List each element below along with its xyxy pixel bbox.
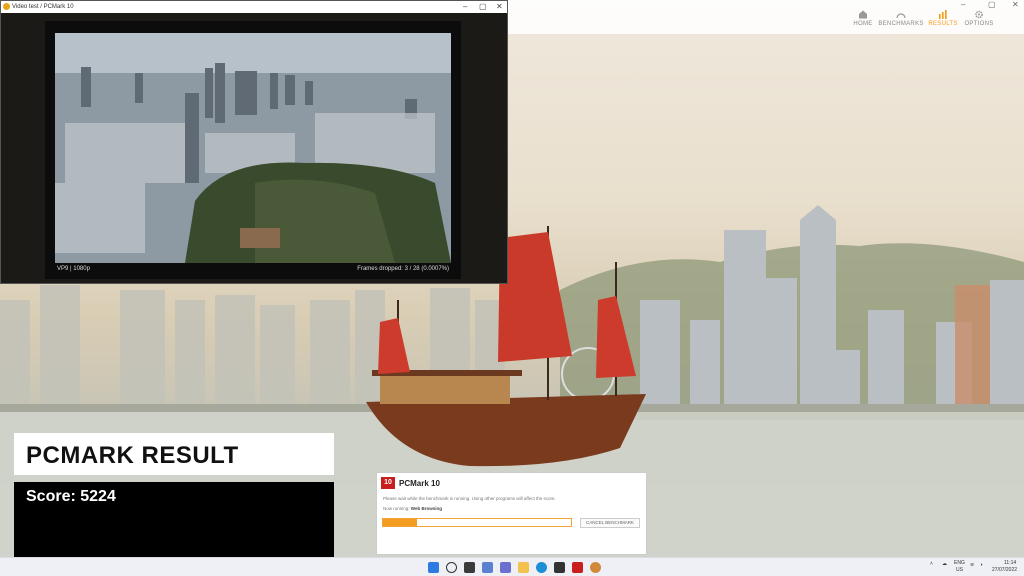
close-button[interactable]: ✕ — [1012, 0, 1019, 9]
dialog-message: Please wait while the benchmark is runni… — [383, 496, 556, 501]
gauge-icon — [896, 13, 906, 19]
pcmark-app-icon — [3, 3, 10, 10]
dialog-app-name: PCMark 10 — [399, 479, 440, 488]
start-icon[interactable] — [428, 562, 439, 573]
now-running-label: Now running: — [383, 506, 410, 511]
codec-label: VP9 | 1080p — [57, 266, 90, 272]
chat-icon[interactable] — [500, 562, 511, 573]
nav-options[interactable]: OPTIONS — [956, 10, 1002, 27]
nav-options-label: OPTIONS — [964, 21, 994, 27]
video-minimize-button[interactable]: – — [463, 2, 467, 11]
gear-icon — [975, 10, 983, 19]
file-explorer-icon[interactable] — [518, 562, 529, 573]
keyboard-layout[interactable]: US — [956, 567, 963, 573]
video-window-title: Video test / PCMark 10 — [12, 4, 74, 10]
video-frame-image — [55, 33, 451, 263]
wifi-icon[interactable]: ≋ — [970, 562, 974, 568]
widgets-icon[interactable] — [482, 562, 493, 573]
video-test-window[interactable]: Video test / PCMark 10 – ▢ ✕ VP9 | 1080p… — [0, 0, 508, 284]
edge-browser-icon[interactable] — [536, 562, 547, 573]
video-window-titlebar[interactable]: Video test / PCMark 10 – ▢ ✕ — [1, 1, 507, 13]
result-title: PCMARK RESULT — [26, 442, 239, 469]
store-icon[interactable] — [554, 562, 565, 573]
video-close-button[interactable]: ✕ — [496, 2, 503, 11]
cancel-benchmark-button[interactable]: CANCEL BENCHMARK — [580, 518, 640, 528]
clock-date[interactable]: 27/07/2022 — [992, 567, 1017, 573]
task-view-icon[interactable] — [464, 562, 475, 573]
minimize-button[interactable]: – — [961, 0, 965, 9]
result-score-panel: Score: 5224 — [14, 482, 334, 566]
video-player: VP9 | 1080p Frames dropped: 3 / 28 (0.00… — [45, 21, 461, 279]
video-maximize-button[interactable]: ▢ — [479, 2, 487, 11]
clock-time[interactable]: 11:14 — [1004, 560, 1016, 566]
nav-benchmarks-label: BENCHMARKS — [878, 21, 924, 27]
pcmark-app-nav: – ▢ ✕ HOME BENCHMARKS RESULTS OPTIONS — [504, 0, 1024, 34]
volume-icon[interactable]: ◖ — [980, 562, 983, 568]
result-title-banner: PCMARK RESULT — [14, 433, 334, 475]
pcmark-progress-dialog: 10 PCMark 10 Please wait while the bench… — [376, 472, 647, 555]
taskbar: ˄ ☁ ENG US ≋ ◖ 11:14 27/07/2022 — [0, 557, 1024, 576]
pcmark-logo-icon: 10 — [381, 477, 395, 489]
nav-results-label: RESULTS — [928, 21, 958, 27]
pcmark-taskbar-icon[interactable] — [572, 562, 583, 573]
frames-dropped-label: Frames dropped: 3 / 28 (0.0007%) — [357, 266, 449, 272]
bar-chart-icon — [939, 10, 947, 19]
nav-home-label: HOME — [853, 21, 873, 27]
nav-benchmarks[interactable]: BENCHMARKS — [878, 10, 924, 27]
now-running-test: Web Browsing — [410, 506, 442, 511]
language-indicator[interactable]: ENG — [954, 560, 965, 566]
benchmark-progress-bar — [382, 518, 572, 527]
app-taskbar-icon[interactable] — [590, 562, 601, 573]
now-running-line: Now running: Web Browsing — [383, 506, 442, 511]
onedrive-icon[interactable]: ☁ — [942, 561, 947, 567]
result-score: Score: 5224 — [26, 488, 116, 505]
maximize-button[interactable]: ▢ — [988, 0, 996, 9]
tray-chevron-icon[interactable]: ˄ — [930, 561, 933, 567]
benchmark-progress-fill — [383, 519, 417, 526]
home-icon — [859, 10, 867, 19]
search-icon[interactable] — [446, 562, 457, 573]
